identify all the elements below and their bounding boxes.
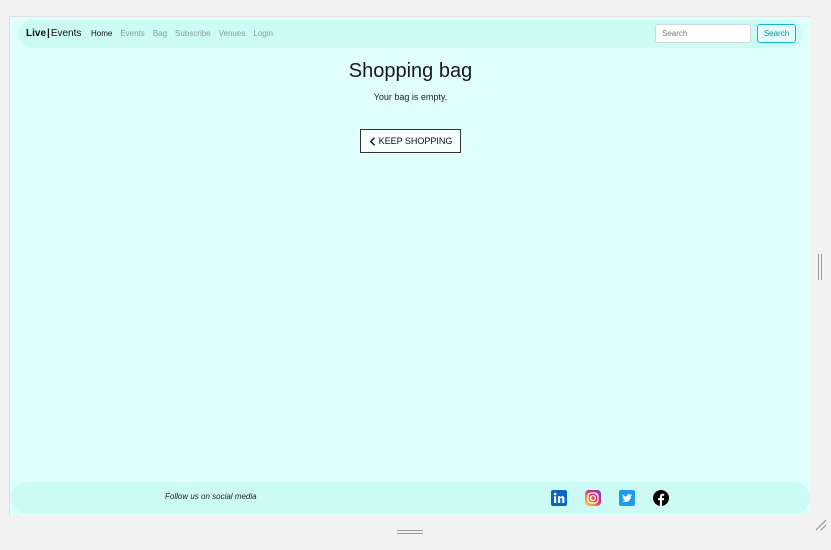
twitter-icon[interactable] xyxy=(619,490,635,506)
brand-events: Events xyxy=(50,28,82,39)
corner-resize-grip-icon[interactable] xyxy=(813,517,827,531)
nav-link-subscribe[interactable]: Subscribe xyxy=(175,29,211,39)
brand-live: Live xyxy=(26,28,47,39)
follow-us-text: Follow us on social media xyxy=(165,492,257,501)
nav-link-bag[interactable]: Bag xyxy=(153,29,167,39)
keep-shopping-label: KEEP SHOPPING xyxy=(378,136,453,146)
nav-link-home[interactable]: Home xyxy=(91,29,112,39)
navbar: Live|Events Home Events Bag Subscribe Ve… xyxy=(18,20,803,48)
facebook-icon[interactable] xyxy=(653,490,669,506)
keep-shopping-button[interactable]: KEEP SHOPPING xyxy=(360,129,461,153)
horizontal-resize-handle[interactable] xyxy=(397,522,423,534)
empty-bag-message: Your bag is empty. xyxy=(373,92,448,102)
search-button[interactable]: Search xyxy=(757,24,796,43)
nav-link-login[interactable]: Login xyxy=(253,29,273,39)
vertical-resize-handle[interactable] xyxy=(817,254,823,280)
page-title: Shopping bag xyxy=(348,60,473,82)
footer: Follow us on social media xyxy=(11,482,810,514)
instagram-icon[interactable] xyxy=(585,490,601,506)
linkedin-icon[interactable] xyxy=(551,490,567,506)
nav-link-events[interactable]: Events xyxy=(120,29,144,39)
nav-link-venues[interactable]: Venues xyxy=(219,29,246,39)
nav-links: Home Events Bag Subscribe Venues Login xyxy=(91,29,273,39)
app-viewport: Live|Events Home Events Bag Subscribe Ve… xyxy=(9,16,810,516)
brand-separator: | xyxy=(47,28,50,39)
chevron-left-icon xyxy=(369,136,376,146)
search-input[interactable] xyxy=(655,24,751,43)
brand-logo[interactable]: Live|Events xyxy=(26,28,81,40)
